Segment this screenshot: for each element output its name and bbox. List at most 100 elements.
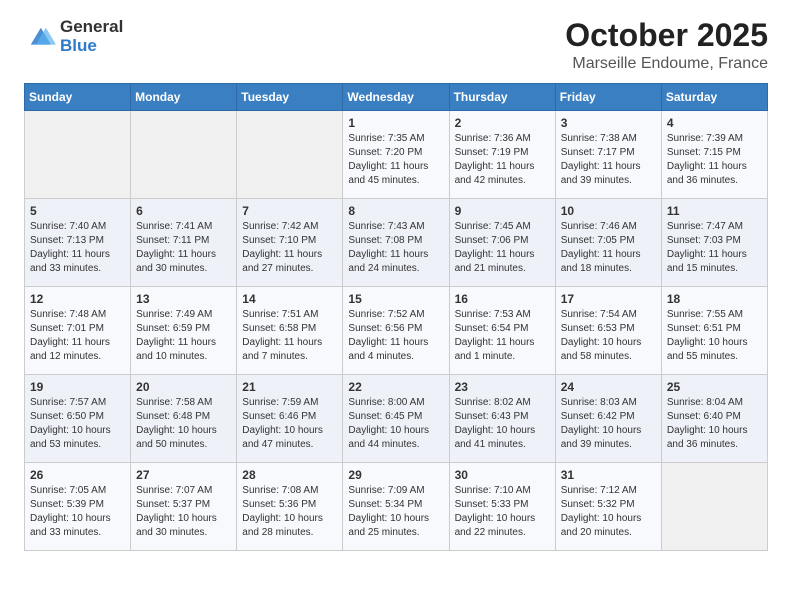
- day-number: 26: [30, 468, 125, 482]
- col-wednesday: Wednesday: [343, 84, 449, 111]
- calendar-cell: 13 Sunrise: 7:49 AM Sunset: 6:59 PM Dayli…: [131, 287, 237, 375]
- day-number: 22: [348, 380, 443, 394]
- day-number: 15: [348, 292, 443, 306]
- calendar-cell: 10 Sunrise: 7:46 AM Sunset: 7:05 PM Dayli…: [555, 199, 661, 287]
- calendar-cell: 12 Sunrise: 7:48 AM Sunset: 7:01 PM Dayli…: [25, 287, 131, 375]
- calendar-cell: [661, 463, 767, 551]
- day-number: 21: [242, 380, 337, 394]
- day-info: Sunrise: 7:08 AM Sunset: 5:36 PM Dayligh…: [242, 484, 337, 540]
- calendar-cell: 2 Sunrise: 7:36 AM Sunset: 7:19 PM Daylig…: [449, 111, 555, 199]
- day-info: Sunrise: 7:51 AM Sunset: 6:58 PM Dayligh…: [242, 308, 337, 364]
- day-info: Sunrise: 7:49 AM Sunset: 6:59 PM Dayligh…: [136, 308, 231, 364]
- calendar-title: October 2025: [565, 18, 768, 53]
- calendar-week-2: 5 Sunrise: 7:40 AM Sunset: 7:13 PM Daylig…: [25, 199, 768, 287]
- header-row: Sunday Monday Tuesday Wednesday Thursday…: [25, 84, 768, 111]
- col-thursday: Thursday: [449, 84, 555, 111]
- calendar-cell: 6Sunrise: 7:41 AM Sunset: 7:11 PM Daylig…: [131, 199, 237, 287]
- day-info: Sunrise: 7:36 AM Sunset: 7:19 PM Dayligh…: [455, 132, 550, 188]
- day-info: Sunrise: 7:42 AM Sunset: 7:10 PM Dayligh…: [242, 220, 337, 276]
- calendar-cell: 21 Sunrise: 7:59 AM Sunset: 6:46 PM Dayli…: [237, 375, 343, 463]
- day-info: Sunrise: 7:47 AM Sunset: 7:03 PM Dayligh…: [667, 220, 762, 276]
- calendar-cell: 23 Sunrise: 8:02 AM Sunset: 6:43 PM Dayli…: [449, 375, 555, 463]
- logo-icon: [24, 21, 56, 53]
- day-info: Sunrise: 7:35 AM Sunset: 7:20 PM Dayligh…: [348, 132, 443, 188]
- logo-general-text: General: [60, 18, 123, 37]
- calendar-cell: 18 Sunrise: 7:55 AM Sunset: 6:51 PM Dayli…: [661, 287, 767, 375]
- day-info: Sunrise: 7:58 AM Sunset: 6:48 PM Dayligh…: [136, 396, 231, 452]
- calendar-week-4: 19Sunrise: 7:57 AM Sunset: 6:50 PM Dayli…: [25, 375, 768, 463]
- day-number: 12: [30, 292, 125, 306]
- calendar-cell: 5 Sunrise: 7:40 AM Sunset: 7:13 PM Daylig…: [25, 199, 131, 287]
- col-tuesday: Tuesday: [237, 84, 343, 111]
- logo: General Blue: [24, 18, 123, 55]
- calendar-cell: 26 Sunrise: 7:05 AM Sunset: 5:39 PM Dayli…: [25, 463, 131, 551]
- day-info: Sunrise: 7:38 AM Sunset: 7:17 PM Dayligh…: [561, 132, 656, 188]
- day-info: Sunrise: 7:54 AM Sunset: 6:53 PM Dayligh…: [561, 308, 656, 364]
- day-info: Sunrise: 8:03 AM Sunset: 6:42 PM Dayligh…: [561, 396, 656, 452]
- day-number: 8: [348, 204, 443, 218]
- calendar-cell: 7 Sunrise: 7:42 AM Sunset: 7:10 PM Daylig…: [237, 199, 343, 287]
- calendar-cell: 22Sunrise: 8:00 AM Sunset: 6:45 PM Dayli…: [343, 375, 449, 463]
- calendar-cell: 20Sunrise: 7:58 AM Sunset: 6:48 PM Dayli…: [131, 375, 237, 463]
- day-number: 10: [561, 204, 656, 218]
- header: General Blue October 2025 Marseille Endo…: [24, 18, 768, 73]
- col-monday: Monday: [131, 84, 237, 111]
- page: General Blue October 2025 Marseille Endo…: [0, 0, 792, 612]
- day-number: 23: [455, 380, 550, 394]
- day-info: Sunrise: 7:43 AM Sunset: 7:08 PM Dayligh…: [348, 220, 443, 276]
- day-number: 17: [561, 292, 656, 306]
- day-number: 18: [667, 292, 762, 306]
- calendar-cell: [131, 111, 237, 199]
- calendar-week-5: 26 Sunrise: 7:05 AM Sunset: 5:39 PM Dayli…: [25, 463, 768, 551]
- day-info: Sunrise: 7:41 AM Sunset: 7:11 PM Dayligh…: [136, 220, 231, 276]
- day-info: Sunrise: 7:55 AM Sunset: 6:51 PM Dayligh…: [667, 308, 762, 364]
- day-info: Sunrise: 7:40 AM Sunset: 7:13 PM Dayligh…: [30, 220, 125, 276]
- calendar-cell: 4Sunrise: 7:39 AM Sunset: 7:15 PM Daylig…: [661, 111, 767, 199]
- day-info: Sunrise: 8:02 AM Sunset: 6:43 PM Dayligh…: [455, 396, 550, 452]
- calendar-cell: 29Sunrise: 7:09 AM Sunset: 5:34 PM Dayli…: [343, 463, 449, 551]
- day-number: 5: [30, 204, 125, 218]
- day-info: Sunrise: 7:05 AM Sunset: 5:39 PM Dayligh…: [30, 484, 125, 540]
- day-info: Sunrise: 7:53 AM Sunset: 6:54 PM Dayligh…: [455, 308, 550, 364]
- day-number: 9: [455, 204, 550, 218]
- logo-blue-text: Blue: [60, 37, 123, 56]
- day-info: Sunrise: 7:52 AM Sunset: 6:56 PM Dayligh…: [348, 308, 443, 364]
- calendar-table: Sunday Monday Tuesday Wednesday Thursday…: [24, 83, 768, 551]
- calendar-cell: 8 Sunrise: 7:43 AM Sunset: 7:08 PM Daylig…: [343, 199, 449, 287]
- day-number: 16: [455, 292, 550, 306]
- calendar-cell: 9 Sunrise: 7:45 AM Sunset: 7:06 PM Daylig…: [449, 199, 555, 287]
- day-info: Sunrise: 7:10 AM Sunset: 5:33 PM Dayligh…: [455, 484, 550, 540]
- calendar-cell: 11 Sunrise: 7:47 AM Sunset: 7:03 PM Dayli…: [661, 199, 767, 287]
- calendar-week-3: 12 Sunrise: 7:48 AM Sunset: 7:01 PM Dayli…: [25, 287, 768, 375]
- day-info: Sunrise: 7:46 AM Sunset: 7:05 PM Dayligh…: [561, 220, 656, 276]
- day-number: 3: [561, 116, 656, 130]
- calendar-cell: 16 Sunrise: 7:53 AM Sunset: 6:54 PM Dayli…: [449, 287, 555, 375]
- calendar-cell: 3 Sunrise: 7:38 AM Sunset: 7:17 PM Daylig…: [555, 111, 661, 199]
- day-number: 14: [242, 292, 337, 306]
- day-number: 1: [348, 116, 443, 130]
- day-number: 28: [242, 468, 337, 482]
- day-number: 7: [242, 204, 337, 218]
- calendar-cell: 14 Sunrise: 7:51 AM Sunset: 6:58 PM Dayli…: [237, 287, 343, 375]
- calendar-cell: 15 Sunrise: 7:52 AM Sunset: 6:56 PM Dayli…: [343, 287, 449, 375]
- col-saturday: Saturday: [661, 84, 767, 111]
- day-number: 11: [667, 204, 762, 218]
- calendar-cell: 30Sunrise: 7:10 AM Sunset: 5:33 PM Dayli…: [449, 463, 555, 551]
- day-info: Sunrise: 7:07 AM Sunset: 5:37 PM Dayligh…: [136, 484, 231, 540]
- day-number: 27: [136, 468, 231, 482]
- day-number: 13: [136, 292, 231, 306]
- calendar-cell: 17 Sunrise: 7:54 AM Sunset: 6:53 PM Dayli…: [555, 287, 661, 375]
- day-info: Sunrise: 7:39 AM Sunset: 7:15 PM Dayligh…: [667, 132, 762, 188]
- calendar-cell: 28 Sunrise: 7:08 AM Sunset: 5:36 PM Dayli…: [237, 463, 343, 551]
- day-info: Sunrise: 7:59 AM Sunset: 6:46 PM Dayligh…: [242, 396, 337, 452]
- title-block: October 2025 Marseille Endoume, France: [565, 18, 768, 73]
- day-info: Sunrise: 7:09 AM Sunset: 5:34 PM Dayligh…: [348, 484, 443, 540]
- calendar-cell: 31Sunrise: 7:12 AM Sunset: 5:32 PM Dayli…: [555, 463, 661, 551]
- day-info: Sunrise: 7:48 AM Sunset: 7:01 PM Dayligh…: [30, 308, 125, 364]
- col-sunday: Sunday: [25, 84, 131, 111]
- day-info: Sunrise: 7:45 AM Sunset: 7:06 PM Dayligh…: [455, 220, 550, 276]
- day-number: 19: [30, 380, 125, 394]
- day-number: 2: [455, 116, 550, 130]
- calendar-cell: 27 Sunrise: 7:07 AM Sunset: 5:37 PM Dayli…: [131, 463, 237, 551]
- calendar-cell: 1 Sunrise: 7:35 AM Sunset: 7:20 PM Daylig…: [343, 111, 449, 199]
